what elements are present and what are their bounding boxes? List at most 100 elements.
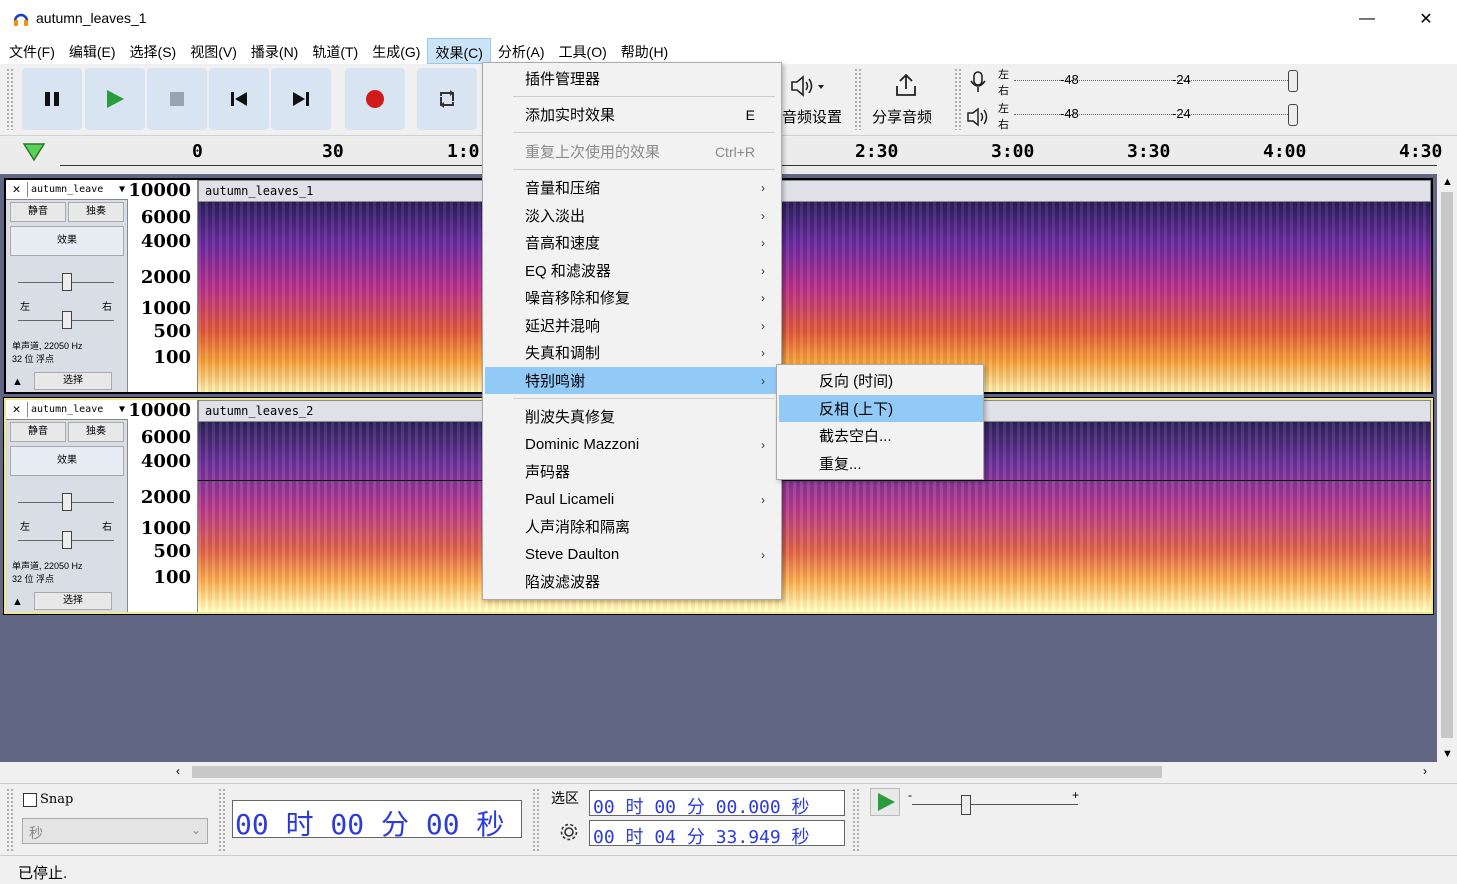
- horizontal-scroll-thumb[interactable]: [192, 766, 1162, 778]
- pan-slider-thumb[interactable]: [62, 531, 72, 549]
- menu-item-invert[interactable]: 反相 (上下): [779, 395, 983, 422]
- timeline-label: 3:00: [991, 141, 1035, 162]
- menu-item-fading[interactable]: 淡入淡出 ›: [485, 202, 779, 229]
- playback-meter[interactable]: 左 右 -48 -24: [996, 100, 1304, 132]
- collapse-track-icon[interactable]: ▲: [12, 376, 23, 388]
- record-button[interactable]: [345, 68, 405, 130]
- track-name-bar[interactable]: ✕ autumn_leave ▼: [6, 180, 128, 200]
- toolbar-grip[interactable]: [954, 68, 962, 130]
- menu-tools[interactable]: 工具(O): [552, 38, 614, 64]
- menu-edit[interactable]: 编辑(E): [62, 38, 123, 64]
- scroll-up-icon[interactable]: ▲: [1442, 176, 1453, 188]
- menu-record[interactable]: 播录(N): [244, 38, 305, 64]
- effects-button[interactable]: 效果: [10, 446, 124, 476]
- clip-title[interactable]: autumn_leaves_1: [198, 180, 1431, 202]
- menu-item-notch-filter[interactable]: 陷波滤波器: [485, 568, 779, 595]
- stop-button[interactable]: [147, 68, 207, 130]
- share-audio-button[interactable]: 分享音频: [866, 68, 946, 130]
- menu-generate[interactable]: 生成(G): [365, 38, 427, 64]
- audio-clip[interactable]: autumn_leaves_1: [198, 180, 1431, 392]
- scroll-left-icon[interactable]: ‹: [176, 764, 180, 778]
- toolbar-grip[interactable]: [532, 788, 540, 852]
- pan-slider-thumb[interactable]: [62, 311, 72, 329]
- toolbar-grip[interactable]: [218, 788, 226, 852]
- menu-item-plugin-manager[interactable]: 插件管理器: [485, 65, 779, 92]
- meter-slider-thumb[interactable]: [1288, 70, 1298, 92]
- menu-item-vocal-reduction[interactable]: 人声消除和隔离: [485, 513, 779, 540]
- track-menu-chevron-icon[interactable]: ▼: [119, 404, 128, 415]
- effects-button[interactable]: 效果: [10, 226, 124, 256]
- menu-item-distortion-modulation[interactable]: 失真和调制 ›: [485, 339, 779, 366]
- play-button[interactable]: [85, 68, 145, 130]
- menu-item-volume-compression[interactable]: 音量和压缩 ›: [485, 174, 779, 201]
- gain-slider-thumb[interactable]: [62, 273, 72, 291]
- menu-item-eq-filters[interactable]: EQ 和滤波器 ›: [485, 257, 779, 284]
- toolbar-grip[interactable]: [854, 68, 862, 130]
- menu-help[interactable]: 帮助(H): [614, 38, 675, 64]
- track-name-bar[interactable]: ✕ autumn_leave ▼: [6, 400, 128, 420]
- menu-analyze[interactable]: 分析(A): [491, 38, 552, 64]
- y-axis-label: 100: [153, 567, 191, 588]
- menu-item-paul-licameli[interactable]: Paul Licameli ›: [485, 486, 779, 513]
- vertical-scrollbar[interactable]: ▲ ▼: [1437, 174, 1457, 762]
- track-menu-chevron-icon[interactable]: ▼: [119, 184, 128, 195]
- play-head-triangle-icon[interactable]: [22, 142, 46, 164]
- selection-end-field[interactable]: 00 时 04 分 33.949 秒: [589, 820, 845, 848]
- menu-item-add-realtime-effect[interactable]: 添加实时效果 E: [485, 101, 779, 128]
- snap-checkbox[interactable]: [23, 793, 37, 807]
- record-meter[interactable]: 左 右 -48 -24: [996, 66, 1304, 98]
- speed-slider-thumb[interactable]: [961, 795, 971, 815]
- menu-item-pitch-tempo[interactable]: 音高和速度 ›: [485, 229, 779, 256]
- loop-button[interactable]: [417, 68, 477, 130]
- snap-unit-dropdown[interactable]: 秒 ⌄: [22, 818, 208, 844]
- track-close-icon[interactable]: ✕: [6, 402, 28, 417]
- menu-item-reverse[interactable]: 反向 (时间): [779, 367, 983, 394]
- solo-button[interactable]: 独奏: [68, 422, 124, 442]
- menu-item-dominic-mazzoni[interactable]: Dominic Mazzoni ›: [485, 431, 779, 458]
- menu-item-noise-removal[interactable]: 噪音移除和修复 ›: [485, 284, 779, 311]
- menu-item-truncate-silence[interactable]: 截去空白...: [779, 422, 983, 449]
- scroll-right-icon[interactable]: ›: [1423, 764, 1427, 778]
- gear-icon[interactable]: [559, 822, 579, 842]
- audio-setup-button[interactable]: 音频设置: [782, 68, 848, 130]
- vertical-scroll-thumb[interactable]: [1441, 192, 1453, 738]
- mute-button[interactable]: 静音: [10, 422, 66, 442]
- solo-button[interactable]: 独奏: [68, 202, 124, 222]
- pause-button[interactable]: [22, 68, 82, 130]
- menu-item-clip-fix[interactable]: 削波失真修复: [485, 403, 779, 430]
- play-at-speed-button[interactable]: [870, 788, 900, 816]
- menu-item-vocoder[interactable]: 声码器: [485, 458, 779, 485]
- selection-label: 选区: [551, 790, 579, 806]
- meter-slider-thumb[interactable]: [1288, 104, 1298, 126]
- audacity-logo-icon: [13, 13, 29, 26]
- skip-to-start-button[interactable]: [209, 68, 269, 130]
- menu-view[interactable]: 视图(V): [183, 38, 244, 64]
- toolbar-grip[interactable]: [852, 788, 860, 852]
- mute-button[interactable]: 静音: [10, 202, 66, 222]
- horizontal-scrollbar[interactable]: ‹ ›: [170, 762, 1437, 782]
- menu-item-steve-daulton[interactable]: Steve Daulton ›: [485, 541, 779, 568]
- selection-start-field[interactable]: 00 时 00 分 00.000 秒: [589, 790, 845, 818]
- select-track-button[interactable]: 选择: [34, 372, 112, 390]
- scroll-down-icon[interactable]: ▼: [1442, 748, 1453, 760]
- collapse-track-icon[interactable]: ▲: [12, 596, 23, 608]
- menu-item-repeat[interactable]: 重复...: [779, 450, 983, 477]
- gain-slider-thumb[interactable]: [62, 493, 72, 511]
- track-name[interactable]: autumn_leave: [28, 184, 103, 195]
- close-window-button[interactable]: ✕: [1397, 0, 1455, 38]
- toolbar-grip[interactable]: [6, 788, 14, 852]
- select-track-button[interactable]: 选择: [34, 592, 112, 610]
- track-close-icon[interactable]: ✕: [6, 182, 28, 197]
- playback-speed-slider[interactable]: - +: [908, 788, 1082, 818]
- skip-to-end-button[interactable]: [271, 68, 331, 130]
- track-name[interactable]: autumn_leave: [28, 404, 103, 415]
- menu-item-special-thanks[interactable]: 特别鸣谢 ›: [485, 367, 779, 394]
- menu-item-delay-reverb[interactable]: 延迟并混响 ›: [485, 312, 779, 339]
- maximize-button[interactable]: [1339, 0, 1397, 38]
- time-display[interactable]: 00 时 00 分 00 秒: [232, 800, 522, 841]
- menu-select[interactable]: 选择(S): [123, 38, 184, 64]
- menu-file[interactable]: 文件(F): [2, 38, 62, 64]
- toolbar-grip[interactable]: [6, 68, 14, 130]
- menu-effect[interactable]: 效果(C): [427, 38, 491, 64]
- menu-tracks[interactable]: 轨道(T): [305, 38, 365, 64]
